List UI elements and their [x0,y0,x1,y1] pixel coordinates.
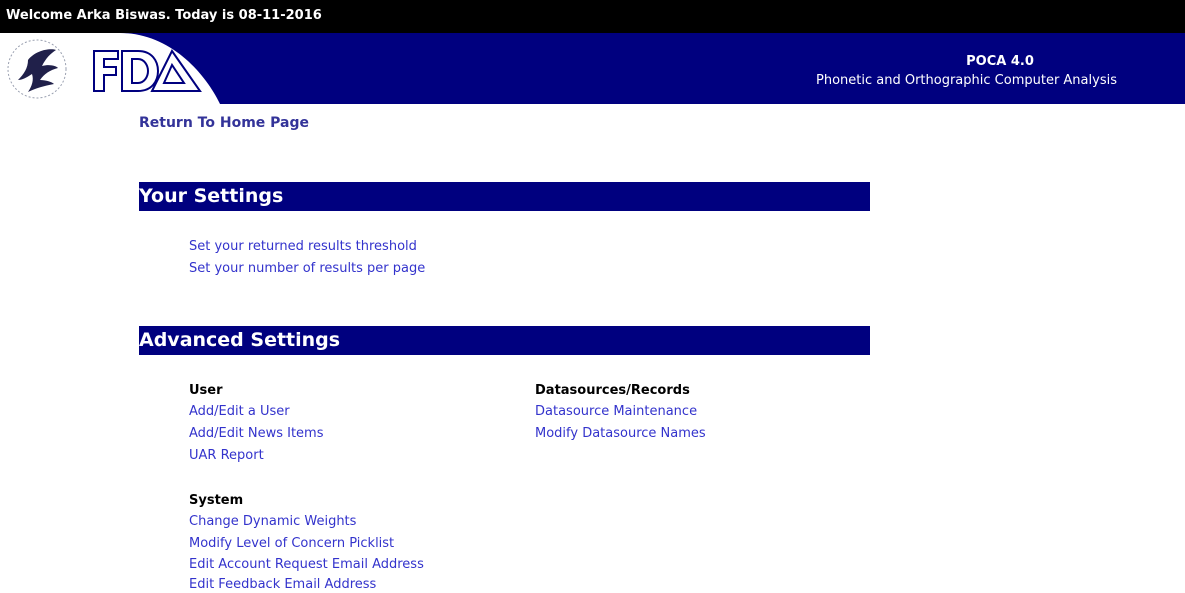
results-threshold-link[interactable]: Set your returned results threshold [189,239,417,255]
edit-feedback-email-link[interactable]: Edit Feedback Email Address [189,577,376,593]
fda-logo-icon [93,49,202,92]
return-home-link[interactable]: Return To Home Page [139,115,309,131]
your-settings-heading: Your Settings [139,182,870,211]
app-title: POCA 4.0 [966,54,1034,69]
modify-level-of-concern-link[interactable]: Modify Level of Concern Picklist [189,536,394,552]
datasource-maintenance-link[interactable]: Datasource Maintenance [535,404,697,420]
add-edit-news-link[interactable]: Add/Edit News Items [189,426,323,442]
system-group-heading: System [189,493,244,508]
welcome-text: Welcome Arka Biswas. Today is 08-11-2016 [6,8,322,23]
results-per-page-link[interactable]: Set your number of results per page [189,261,425,277]
hhs-eagle-icon [7,39,67,99]
add-edit-user-link[interactable]: Add/Edit a User [189,404,290,420]
header-banner: POCA 4.0 Phonetic and Orthographic Compu… [0,33,1185,104]
app-subtitle: Phonetic and Orthographic Computer Analy… [816,73,1117,88]
welcome-bar: Welcome Arka Biswas. Today is 08-11-2016 [0,0,1185,33]
uar-report-link[interactable]: UAR Report [189,448,264,464]
modify-datasource-names-link[interactable]: Modify Datasource Names [535,426,706,442]
change-dynamic-weights-link[interactable]: Change Dynamic Weights [189,514,356,530]
advanced-settings-heading: Advanced Settings [139,326,870,355]
datasources-group-heading: Datasources/Records [535,383,690,398]
user-group-heading: User [189,383,223,398]
edit-account-request-email-link[interactable]: Edit Account Request Email Address [189,557,424,573]
